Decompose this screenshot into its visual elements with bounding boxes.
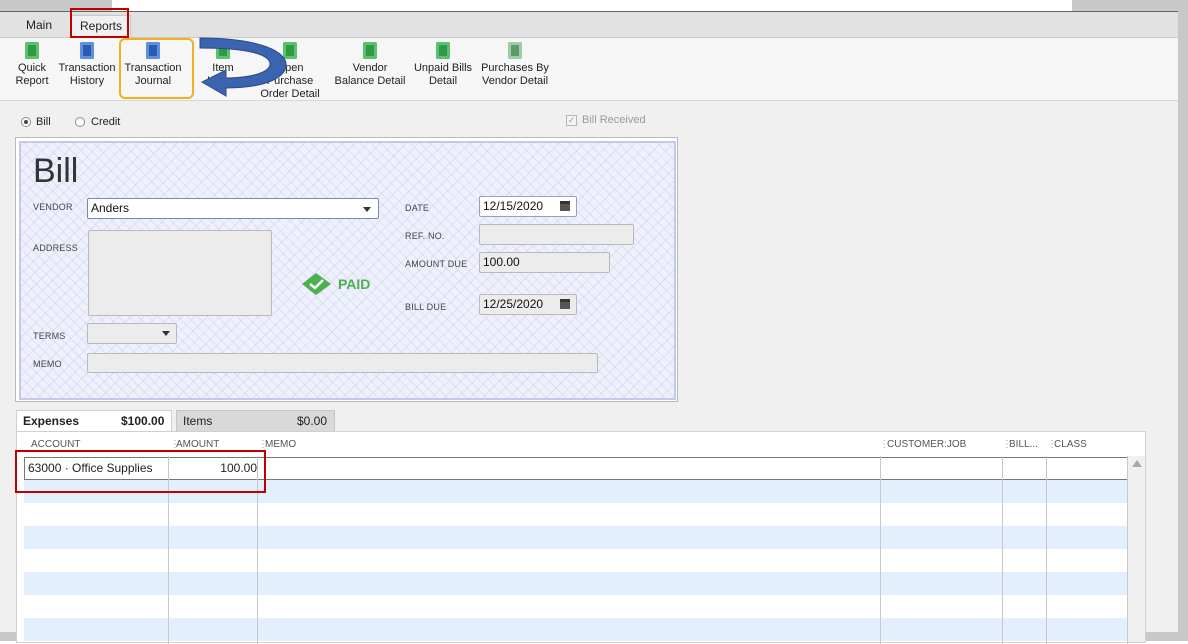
table-row[interactable] [24,549,1128,572]
column-header-customer-job[interactable]: CUSTOMER:JOB [887,439,966,450]
vendor-icon [363,42,377,59]
paid-check-icon [300,272,333,296]
ref-no-field[interactable] [479,224,634,245]
vendor-label: VENDOR [33,202,73,212]
reports-toolbar: Quick Report Transaction History Transac… [0,37,1178,101]
table-row[interactable] [24,618,1128,641]
transaction-journal-highlight [119,38,194,99]
address-field[interactable] [88,230,272,316]
bill-radio-label: Bill [36,116,51,128]
reports-tab-highlight [70,8,129,38]
annotation-arrow [199,37,287,97]
bill-due-label: BILL DUE [405,302,447,312]
column-divider [880,456,881,644]
tab-expenses[interactable]: Expenses $100.00 [16,410,172,431]
bill-form-panel: Bill VENDOR Anders ADDRESS PAID DATE 12/… [19,141,676,400]
column-divider [1046,456,1047,644]
ref-no-label: REF. NO. [405,231,445,241]
table-row[interactable] [24,572,1128,595]
tab-items[interactable]: Items $0.00 [176,410,335,431]
column-divider [1002,456,1003,644]
address-label: ADDRESS [33,243,78,253]
amount-due-label: AMOUNT DUE [405,259,468,269]
terms-label: TERMS [33,331,66,341]
column-header-class[interactable]: CLASS [1054,439,1087,450]
memo-label: MEMO [33,359,62,369]
bill-received-label: Bill Received [582,114,646,126]
vendor-field[interactable]: Anders [87,198,379,219]
ribbon-tab-bar: Main Reports [0,8,1178,38]
spreadsheet-icon [436,42,450,59]
history-icon [80,42,94,59]
vendor-value: Anders [91,201,130,215]
date-field[interactable]: 12/15/2020 [479,196,577,217]
column-header-amount[interactable]: AMOUNT [176,439,219,450]
report-search-icon [25,42,39,59]
amount-due-field[interactable]: 100.00 [479,252,610,273]
chart-icon [508,42,522,59]
chevron-down-icon [162,331,170,336]
vertical-scrollbar[interactable] [1128,456,1145,642]
unpaid-bills-detail-button[interactable]: Unpaid Bills Detail [410,42,476,88]
bill-received-checkbox[interactable]: ✓ [566,115,577,126]
tab-main[interactable]: Main [18,15,60,36]
table-row[interactable] [24,595,1128,618]
chevron-down-icon [363,207,371,212]
paid-stamp: PAID [338,276,371,292]
vendor-balance-detail-button[interactable]: Vendor Balance Detail [332,42,408,88]
scroll-up-arrow-icon[interactable] [1132,460,1142,467]
terms-dropdown[interactable] [87,323,177,344]
column-header-billable[interactable]: BILL... [1009,439,1038,450]
quick-report-button[interactable]: Quick Report [13,42,51,88]
column-header-memo[interactable]: MEMO [265,439,296,450]
transaction-history-button[interactable]: Transaction History [56,42,118,88]
calendar-icon[interactable] [560,201,570,211]
bill-form: Bill VENDOR Anders ADDRESS PAID DATE 12/… [15,137,678,402]
expenses-grid: ACCOUNT ⋮ AMOUNT ⋮ MEMO ⋮ CUSTOMER:JOB ⋮… [15,431,1146,644]
form-title: Bill [33,152,79,190]
column-header-account[interactable]: ACCOUNT [31,439,80,450]
bill-radio[interactable] [21,117,31,127]
purchases-by-vendor-detail-button[interactable]: Purchases By Vendor Detail [478,42,552,88]
table-row[interactable] [24,503,1128,526]
table-row[interactable] [24,526,1128,549]
memo-field[interactable] [87,353,598,373]
bill-due-field[interactable]: 12/25/2020 [479,294,577,315]
date-label: DATE [405,203,430,213]
calendar-icon[interactable] [560,299,570,309]
credit-radio-label: Credit [91,116,121,128]
row-highlight [15,450,266,493]
credit-radio[interactable] [75,117,85,127]
bill-window: Main Reports Quick Report Transaction Hi… [0,8,1178,644]
